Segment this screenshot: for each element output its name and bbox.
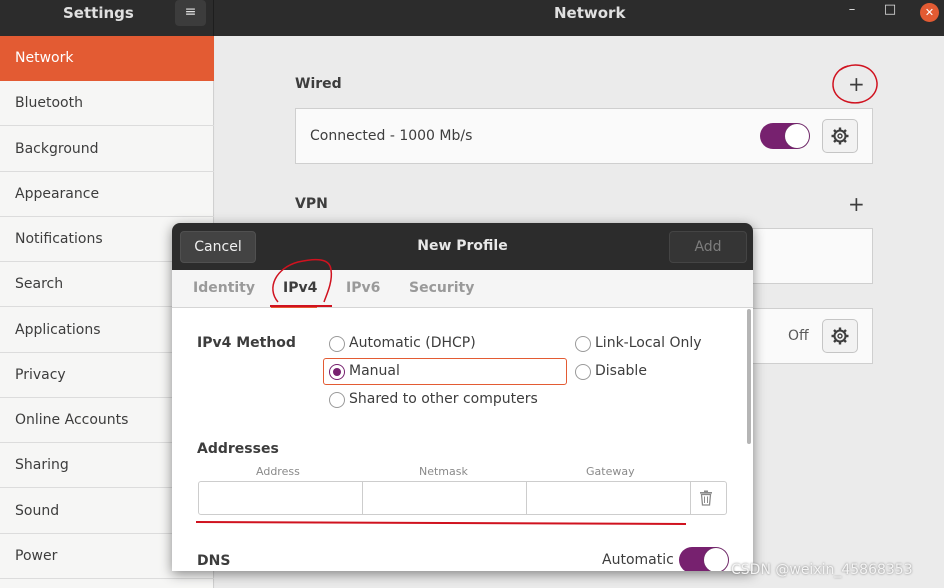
menu-button[interactable]: ≡ (175, 0, 206, 26)
sidebar-item-label: Sharing (15, 457, 69, 473)
tab-security[interactable]: Security (409, 280, 474, 296)
sidebar-header: ⌕ Settings ≡ (0, 0, 214, 36)
watermark: CSDN @weixin_45868353 (731, 562, 913, 578)
sidebar-item-label: Appearance (15, 186, 100, 202)
addresses-label: Addresses (197, 441, 279, 457)
sidebar-item-label: Network (15, 50, 74, 66)
tab-ipv4[interactable]: IPv4 (283, 280, 317, 296)
profile-tabs: Identity IPv4 IPv6 Security (172, 270, 753, 308)
add-button[interactable]: Add (669, 231, 747, 263)
gear-icon (831, 327, 849, 345)
sidebar-item-label: Notifications (15, 231, 103, 247)
dns-automatic-label: Automatic (602, 552, 674, 568)
radio-button (575, 336, 591, 352)
proxy-status: Off (788, 328, 809, 344)
address-row (198, 481, 727, 515)
radio-label: Disable (595, 363, 647, 379)
tab-identity[interactable]: Identity (193, 280, 255, 296)
radio-label: Link-Local Only (595, 335, 702, 351)
scrollbar[interactable] (747, 309, 751, 444)
dialog-title: New Profile (417, 238, 508, 254)
ipv4-settings: IPv4 Method Automatic (DHCP) Link-Local … (172, 309, 753, 571)
gateway-input[interactable] (527, 482, 691, 514)
sidebar-item-background[interactable]: Background (0, 127, 214, 172)
trash-icon[interactable] (699, 490, 713, 506)
search-icon[interactable]: ⌕ (0, 4, 12, 24)
wired-status: Connected - 1000 Mb/s (310, 128, 473, 144)
header-bar: ⌕ Settings ≡ Network – □ ✕ (0, 0, 944, 36)
radio-label: Automatic (DHCP) (349, 335, 476, 351)
dialog-header: Cancel New Profile Add (172, 223, 753, 270)
radio-label: Manual (349, 363, 400, 379)
gear-icon (831, 127, 849, 145)
netmask-input[interactable] (363, 482, 527, 514)
vpn-section-label: VPN (295, 196, 328, 212)
new-profile-dialog: Cancel New Profile Add Identity IPv4 IPv… (172, 223, 753, 571)
sidebar-item-label: Online Accounts (15, 412, 129, 428)
address-input[interactable] (199, 482, 363, 514)
maximize-button[interactable]: □ (883, 2, 897, 17)
sidebar-item-appearance[interactable]: Appearance (0, 172, 214, 217)
wired-connection-card: Connected - 1000 Mb/s (295, 108, 873, 164)
tab-ipv6[interactable]: IPv6 (346, 280, 380, 296)
sidebar-item-bluetooth[interactable]: Bluetooth (0, 81, 214, 126)
minimize-button[interactable]: – (845, 2, 859, 17)
wired-toggle[interactable] (760, 123, 810, 149)
app-title: Settings (63, 4, 134, 22)
sidebar-item-label: Bluetooth (15, 95, 83, 111)
page-title: Network (554, 4, 626, 22)
radio-button (329, 392, 345, 408)
sidebar-item-label: Search (15, 276, 64, 292)
radio-button-selected (329, 364, 345, 380)
ipv4-method-label: IPv4 Method (197, 335, 296, 351)
dns-label: DNS (197, 553, 231, 569)
sidebar-item-label: Privacy (15, 367, 66, 383)
radio-button (329, 336, 345, 352)
active-tab-indicator (271, 305, 317, 308)
radio-button (575, 364, 591, 380)
sidebar-item-network[interactable]: Network (0, 36, 214, 81)
toggle-knob (704, 548, 728, 571)
wired-settings-button[interactable] (822, 119, 858, 153)
wired-section-label: Wired (295, 76, 342, 92)
column-address: Address (256, 465, 300, 478)
sidebar-item-label: Sound (15, 503, 60, 519)
dns-automatic-toggle[interactable] (679, 547, 729, 571)
add-vpn-button[interactable]: + (848, 192, 865, 216)
toggle-knob (785, 124, 809, 148)
column-netmask: Netmask (419, 465, 468, 478)
sidebar-item-label: Applications (15, 322, 101, 338)
sidebar-item-label: Background (15, 141, 99, 157)
proxy-settings-button[interactable] (822, 319, 858, 353)
column-gateway: Gateway (586, 465, 635, 478)
add-wired-button[interactable]: + (848, 72, 865, 96)
radio-label: Shared to other computers (349, 391, 538, 407)
close-button[interactable]: ✕ (920, 3, 939, 22)
sidebar-item-label: Power (15, 548, 58, 564)
